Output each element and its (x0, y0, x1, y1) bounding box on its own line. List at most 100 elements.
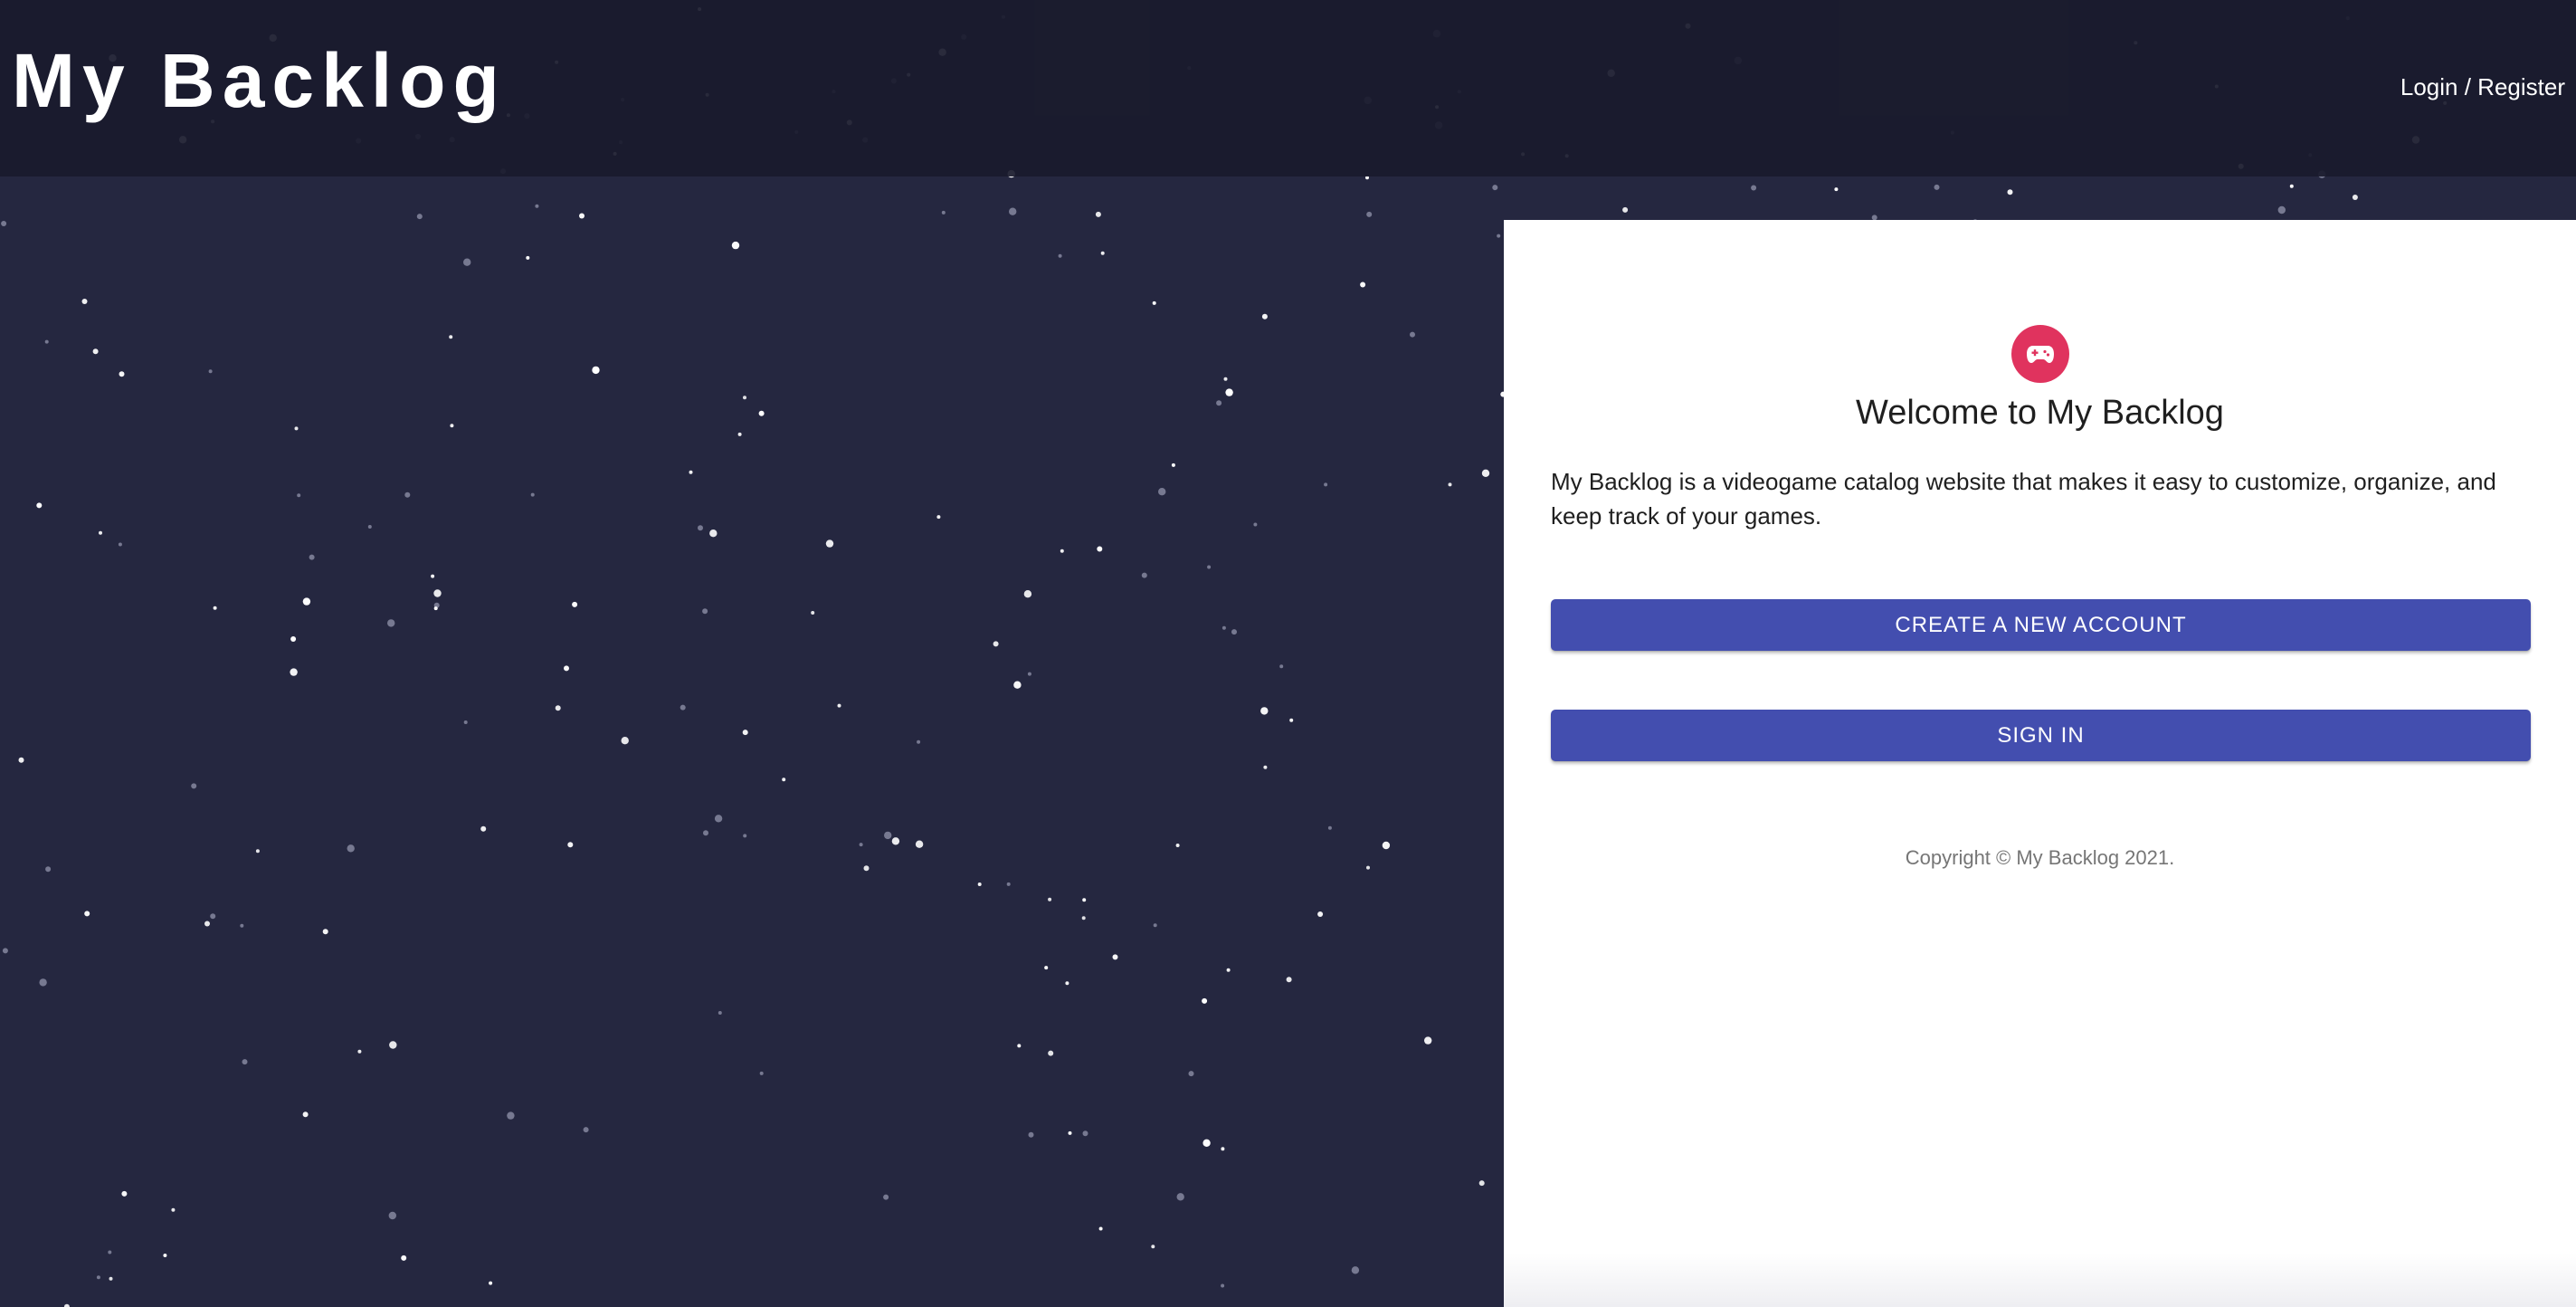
star-dot (825, 539, 834, 548)
star-dot (1260, 707, 1269, 715)
star-dot (1028, 1131, 1034, 1138)
star-dot (255, 849, 260, 854)
star-dot (759, 1071, 764, 1075)
star-dot (1221, 1283, 1225, 1288)
star-dot (718, 1011, 722, 1015)
star-dot (891, 837, 900, 845)
star-dot (240, 923, 244, 928)
star-dot (1100, 251, 1105, 255)
copyright-text: Copyright © My Backlog 2021. (1905, 846, 2175, 869)
star-dot (567, 842, 574, 848)
star-dot (480, 825, 487, 832)
star-dot (18, 757, 24, 763)
star-dot (44, 339, 49, 344)
star-dot (1317, 911, 1324, 917)
star-dot (96, 1275, 100, 1280)
star-dot (863, 865, 870, 872)
star-dot (583, 1127, 589, 1133)
sign-in-button[interactable]: SIGN IN (1551, 710, 2531, 761)
star-dot (39, 978, 47, 987)
star-dot (118, 542, 122, 547)
star-dot (1044, 966, 1049, 970)
app-root: My Backlog Login / Register Welcome to M… (0, 0, 2576, 1307)
create-account-button[interactable]: CREATE A NEW ACCOUNT (1551, 599, 2531, 651)
star-dot (463, 258, 471, 266)
star-dot (463, 720, 468, 724)
star-dot (163, 1254, 167, 1257)
star-dot (404, 491, 411, 498)
star-dot (1058, 253, 1062, 258)
star-dot (1448, 482, 1452, 487)
star-dot (1141, 572, 1147, 578)
star-dot (1188, 1071, 1194, 1077)
star-dot (941, 210, 946, 215)
star-dot (1751, 185, 1757, 191)
star-dot (213, 606, 217, 610)
star-dot (387, 619, 395, 627)
star-dot (1202, 997, 1208, 1004)
star-dot (936, 515, 941, 520)
star-dot (1286, 977, 1292, 983)
star-dot (917, 739, 921, 744)
star-dot (204, 921, 210, 927)
login-register-link[interactable]: Login / Register (2400, 71, 2565, 103)
star-dot (1360, 281, 1366, 288)
star-dot (309, 554, 315, 560)
star-dot (837, 703, 841, 708)
star-dot (689, 470, 693, 474)
star-dot (1171, 463, 1175, 467)
site-description: My Backlog is a videogame catalog websit… (1551, 468, 2496, 529)
star-dot (2352, 195, 2358, 200)
star-dot (1834, 187, 1839, 192)
star-dot (579, 213, 585, 219)
star-dot (993, 641, 999, 647)
star-dot (1324, 482, 1328, 487)
star-dot (1261, 313, 1268, 320)
star-dot (1098, 1226, 1103, 1231)
star-dot (297, 493, 301, 498)
star-dot (1231, 629, 1237, 635)
star-dot (1153, 923, 1157, 928)
star-dot (449, 335, 453, 339)
star-dot (1225, 388, 1233, 396)
star-dot (1048, 1050, 1054, 1056)
star-dot (742, 730, 748, 736)
star-dot (1175, 844, 1180, 847)
star-dot (1068, 1131, 1072, 1135)
star-dot (347, 844, 355, 853)
star-dot (1013, 681, 1022, 689)
star-dot (431, 574, 435, 578)
top-navigation-bar: My Backlog Login / Register (0, 0, 2576, 176)
star-dot (2007, 189, 2013, 196)
star-dot (121, 1190, 128, 1197)
star-dot (555, 705, 561, 711)
star-dot (698, 525, 703, 531)
star-dot (367, 525, 372, 529)
star-dot (703, 830, 708, 836)
star-dot (1216, 400, 1222, 406)
star-dot (714, 815, 723, 823)
panel-bottom-shade (1504, 1253, 2576, 1307)
star-dot (915, 840, 924, 848)
star-dot (1263, 765, 1268, 769)
star-dot (1622, 206, 1629, 213)
star-dot (433, 606, 438, 611)
star-dot (1410, 331, 1415, 338)
star-dot (709, 529, 718, 538)
star-dot (811, 611, 815, 615)
star-dot (535, 204, 539, 208)
star-dot (507, 1111, 515, 1120)
star-dot (1095, 211, 1101, 217)
star-dot (1152, 301, 1156, 305)
star-dot (1279, 664, 1284, 669)
star-dot (702, 608, 708, 615)
site-title[interactable]: My Backlog (12, 31, 507, 130)
star-dot (680, 704, 686, 711)
star-dot (782, 778, 786, 782)
star-dot (1478, 1180, 1485, 1187)
star-dot (1112, 954, 1118, 960)
star-dot (1289, 718, 1294, 722)
star-dot (84, 911, 90, 917)
star-dot (526, 255, 530, 260)
star-dot (2277, 205, 2286, 215)
